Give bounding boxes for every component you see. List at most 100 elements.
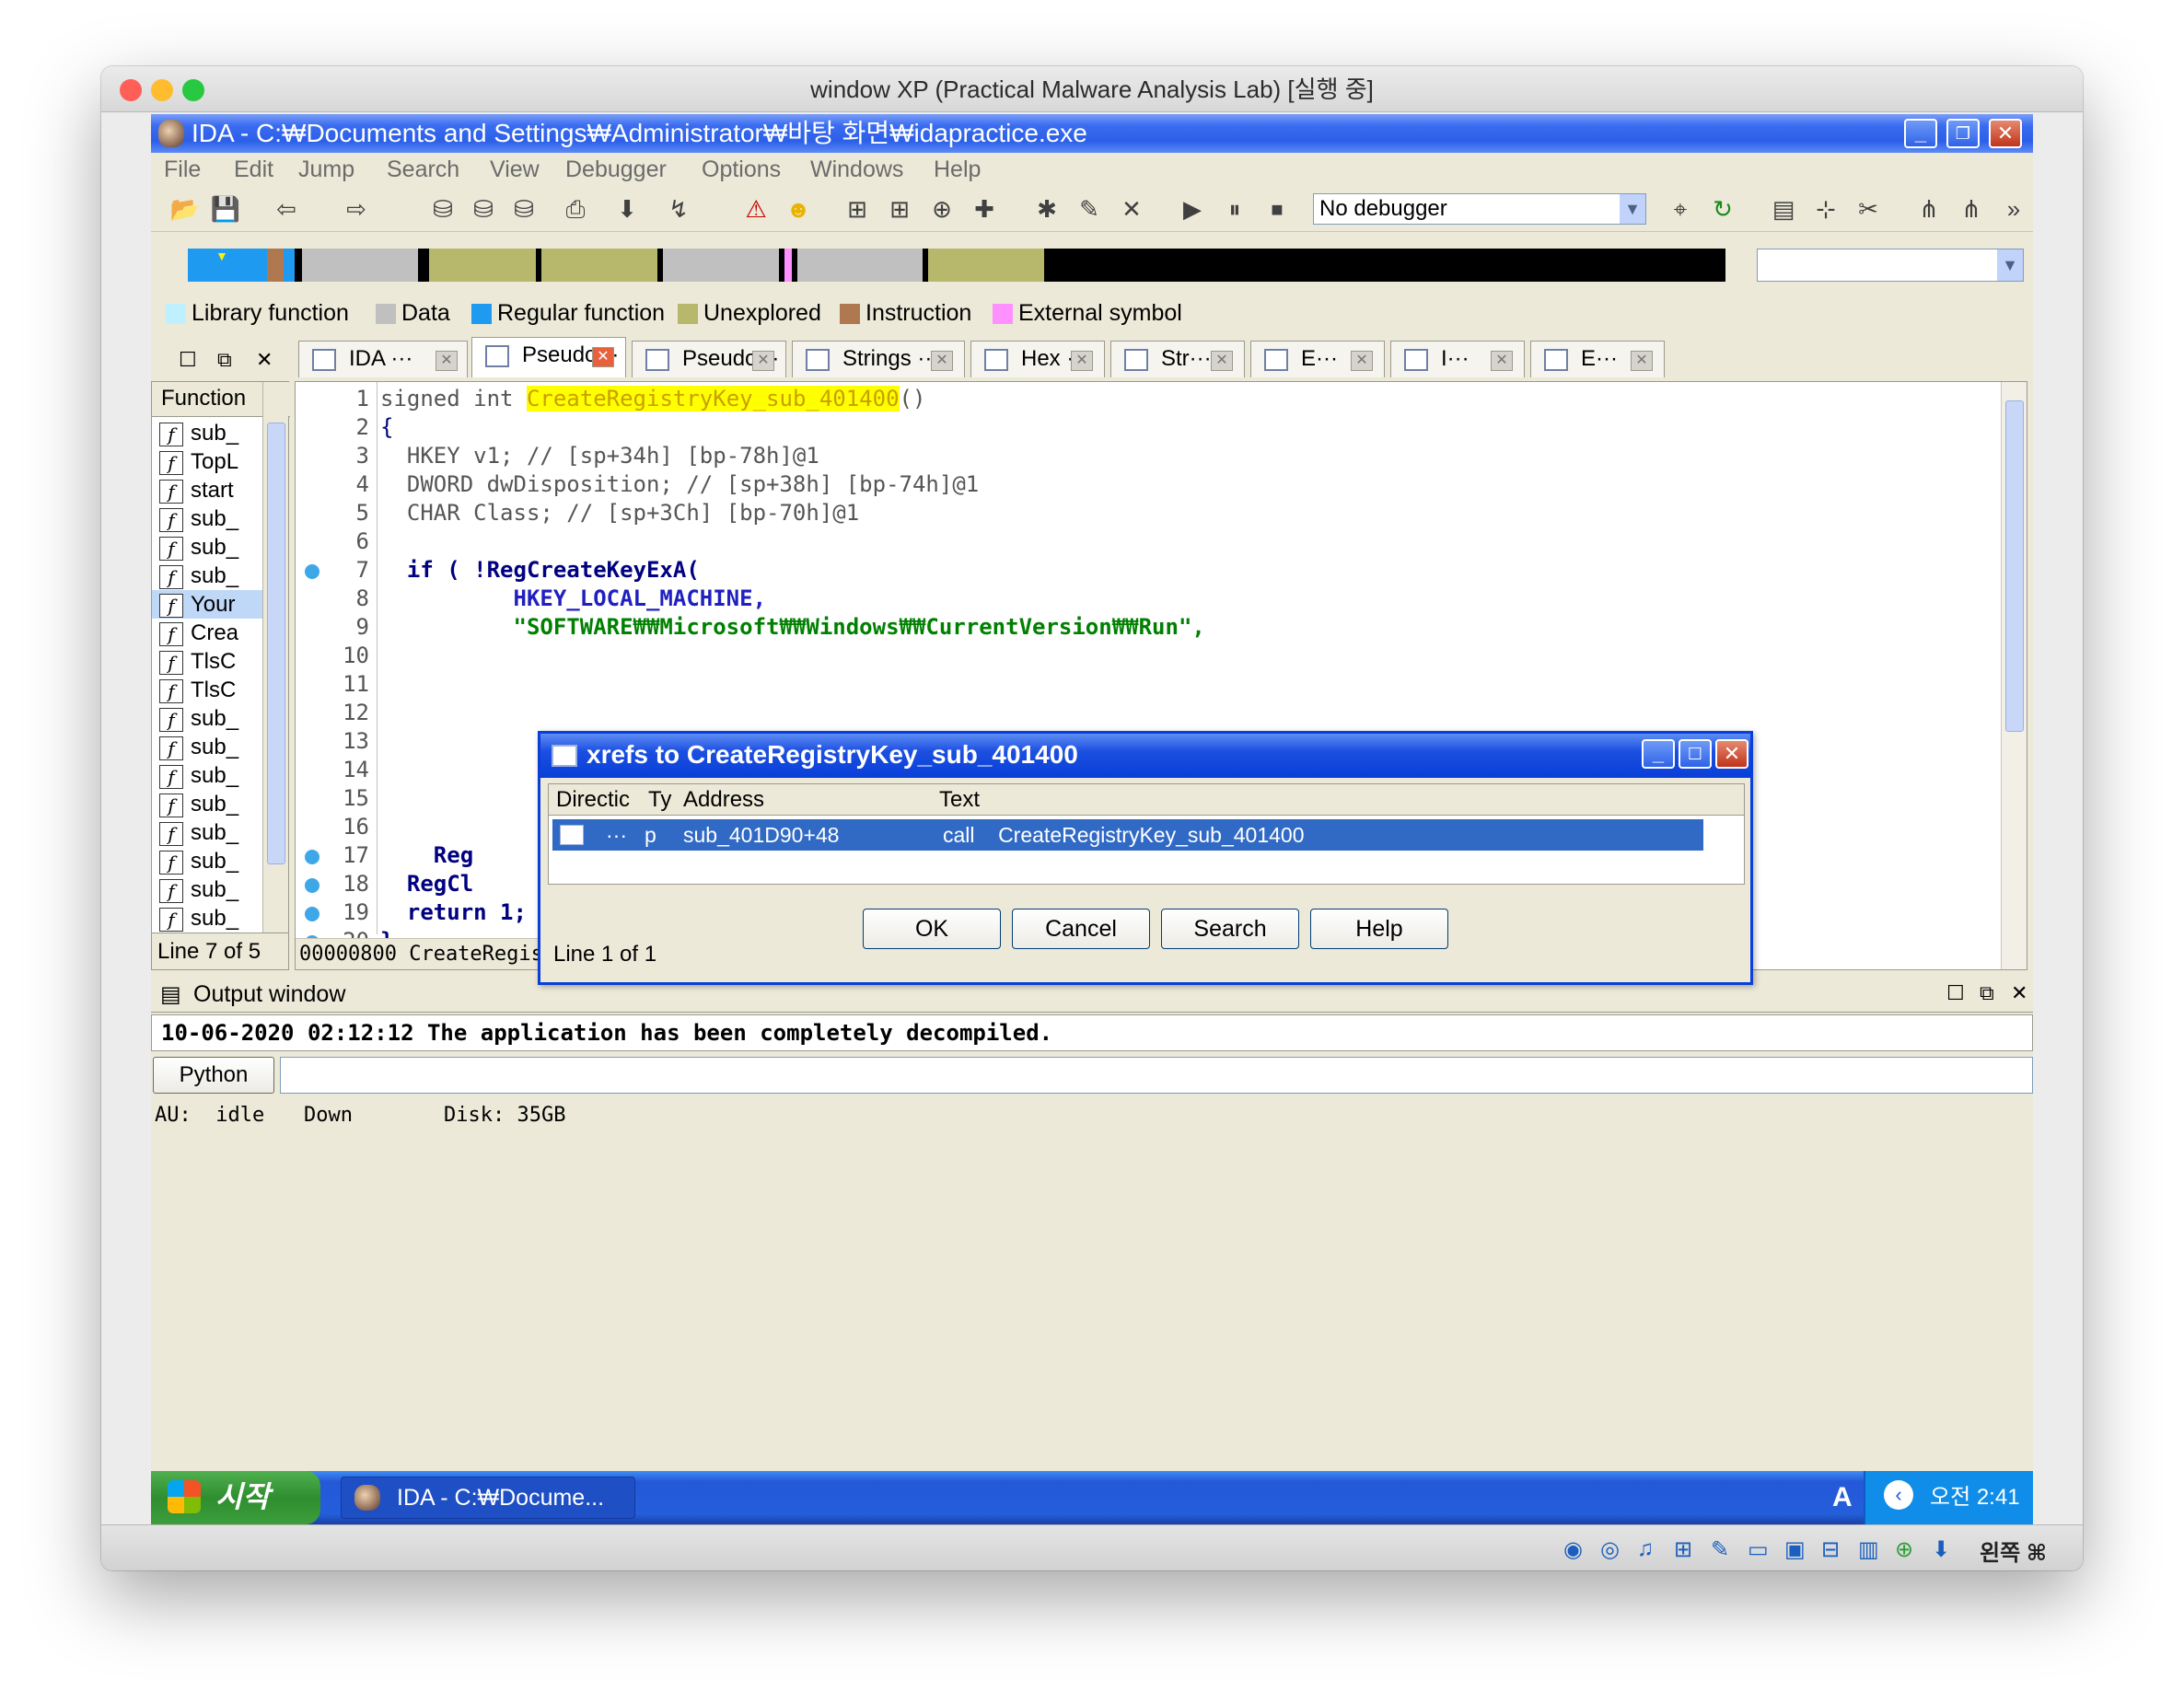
taskbar-item-ida[interactable]: IDA - C:₩Docume...	[341, 1477, 635, 1519]
code-line[interactable]: {	[380, 414, 393, 440]
list-item[interactable]: f sub_	[152, 847, 262, 876]
navigation-band[interactable]: ▼ ▼	[151, 243, 2033, 285]
close-icon[interactable]: ✕	[1631, 351, 1653, 371]
code-line[interactable]: HKEY_LOCAL_MACHINE,	[380, 585, 766, 611]
patch-icon[interactable]: ✱	[1031, 195, 1063, 223]
binary-view-icon[interactable]: ⛁	[427, 195, 459, 223]
forward-icon[interactable]: ⇨	[341, 195, 372, 223]
panel-close-icon[interactable]: ✕	[2011, 981, 2027, 1005]
list-item[interactable]: f Your	[152, 590, 262, 620]
list-item[interactable]: f sub_	[152, 562, 262, 591]
table-row[interactable]: ··· p sub_401D90+48 call CreateRegistryK…	[552, 819, 1703, 851]
col-text[interactable]: Text	[939, 784, 980, 816]
disk-icon[interactable]: ◉	[1563, 1536, 1583, 1563]
text-view-icon[interactable]: ⛁	[468, 195, 499, 223]
close-icon[interactable]: ✕	[752, 351, 774, 371]
add-segment-icon[interactable]: ⊞	[842, 195, 873, 223]
chevron-down-icon[interactable]: ▼	[1620, 194, 1645, 224]
list-item[interactable]: f sub_	[152, 504, 262, 534]
edit-icon[interactable]: ✎	[1074, 195, 1105, 223]
col-type[interactable]: Ty	[648, 784, 671, 816]
refresh-icon[interactable]: ↻	[1707, 195, 1738, 223]
ok-button[interactable]: OK	[863, 909, 1001, 949]
help-button[interactable]: Help	[1310, 909, 1448, 949]
proximity-icon[interactable]: ⋔	[1956, 195, 1987, 223]
save-icon[interactable]: 💾	[210, 195, 241, 223]
dialog-minimize-button[interactable]: _	[1642, 739, 1675, 769]
download-icon[interactable]: ⬇	[1932, 1536, 1950, 1563]
start-button[interactable]: 시작	[151, 1471, 320, 1524]
list-item[interactable]: f start	[152, 476, 262, 505]
close-icon[interactable]: ✕	[1071, 351, 1093, 371]
close-icon[interactable]: ✕	[1211, 351, 1233, 371]
breakpoints-icon[interactable]: ▤	[1768, 195, 1799, 223]
menu-options[interactable]: Options	[702, 153, 781, 186]
down-arrow-icon[interactable]: ⬇	[611, 195, 643, 223]
code-line[interactable]: RegCl	[380, 871, 473, 897]
back-icon[interactable]: ⇦	[271, 195, 302, 223]
cpu-icon[interactable]: ▥	[1858, 1536, 1879, 1563]
add-type-icon[interactable]: ✚	[969, 195, 1000, 223]
code-line[interactable]: DWORD dwDisposition; // [sp+38h] [bp-74h…	[380, 471, 979, 497]
ida-close-button[interactable]: ✕	[1989, 119, 2022, 148]
dialog-maximize-button[interactable]: ☐	[1679, 739, 1712, 769]
audio-icon[interactable]: ♫	[1637, 1536, 1654, 1562]
tab-pseudocode-b[interactable]: Pseudo··· ✕	[632, 341, 786, 377]
col-direction[interactable]: Directic	[556, 784, 630, 816]
panel-float-icon[interactable]: ⧉	[1980, 981, 1994, 1005]
chevron-down-icon[interactable]: ▼	[1997, 249, 2023, 281]
tab-strings[interactable]: Strings ··· ✕	[792, 341, 965, 377]
display-icon[interactable]: ▣	[1784, 1536, 1806, 1563]
list-item[interactable]: f TopL	[152, 447, 262, 477]
col-address[interactable]: Address	[683, 784, 764, 816]
cancel-button[interactable]: Cancel	[1012, 909, 1150, 949]
functions-list[interactable]: f sub_ f TopL f start f sub_ f sub_ f sub_ f Your f Cre…	[152, 419, 262, 934]
network-icon[interactable]: ⊞	[1674, 1536, 1692, 1563]
scrollbar-thumb[interactable]	[2005, 400, 2024, 732]
menu-view[interactable]: View	[490, 153, 540, 186]
run-icon[interactable]: ▶	[1177, 195, 1208, 223]
code-line[interactable]: Reg	[380, 842, 473, 868]
list-item[interactable]: f TlsC	[152, 647, 262, 677]
tab-pseudocode-a[interactable]: Pseudo··· ✕	[471, 337, 626, 377]
tab-structures[interactable]: Str··· ✕	[1110, 341, 1245, 377]
close-icon[interactable]: ✕	[1491, 351, 1513, 371]
trace-icon[interactable]: ⊹	[1810, 195, 1841, 223]
list-item[interactable]: f sub_	[152, 818, 262, 848]
list-item[interactable]: f sub_	[152, 875, 262, 905]
menu-search[interactable]: Search	[387, 153, 459, 186]
menu-edit[interactable]: Edit	[234, 153, 273, 186]
tab-imports[interactable]: I··· ✕	[1390, 341, 1525, 377]
list-item[interactable]: f sub_	[152, 790, 262, 819]
menu-file[interactable]: File	[164, 153, 201, 186]
list-item[interactable]: f sub_	[152, 419, 262, 448]
cd-icon[interactable]: ◎	[1600, 1536, 1620, 1563]
menu-jump[interactable]: Jump	[298, 153, 354, 186]
more-toolbar-icon[interactable]: »	[1998, 195, 2029, 223]
ascii-view-icon[interactable]: ⛁	[508, 195, 540, 223]
delete-icon[interactable]: ✕	[1116, 195, 1147, 223]
ida-minimize-button[interactable]: _	[1904, 119, 1937, 148]
functions-scrollbar[interactable]	[262, 382, 288, 933]
ida-restore-button[interactable]: ❐	[1946, 119, 1980, 148]
attach-icon[interactable]: ⌖	[1665, 195, 1696, 223]
list-item[interactable]: f sub_	[152, 533, 262, 562]
navigation-select[interactable]: ▼	[1757, 249, 2024, 282]
close-icon[interactable]: ✕	[931, 351, 953, 371]
tools-icon[interactable]: ✂	[1853, 195, 1884, 223]
graph-icon[interactable]: ↯	[663, 195, 694, 223]
graph-overview-icon[interactable]: ⋔	[1913, 195, 1945, 223]
breakpoint-marker[interactable]	[305, 850, 319, 864]
menu-help[interactable]: Help	[934, 153, 981, 186]
scrollbar-thumb[interactable]	[267, 423, 285, 864]
tab-enums[interactable]: E··· ✕	[1250, 341, 1385, 377]
code-line[interactable]: signed int CreateRegistryKey_sub_401400(…	[380, 386, 925, 411]
stop-icon[interactable]: ⏹	[1261, 195, 1293, 223]
close-icon[interactable]: ✕	[592, 347, 614, 367]
command-input[interactable]	[280, 1057, 2033, 1094]
print-icon[interactable]: ⎙	[560, 195, 591, 223]
code-line[interactable]: if ( !RegCreateKeyExA(	[380, 557, 700, 583]
search-button[interactable]: Search	[1161, 909, 1299, 949]
recording-icon[interactable]: ⊟	[1821, 1536, 1840, 1563]
panel-maximize-icon[interactable]: ☐	[1946, 981, 1965, 1005]
